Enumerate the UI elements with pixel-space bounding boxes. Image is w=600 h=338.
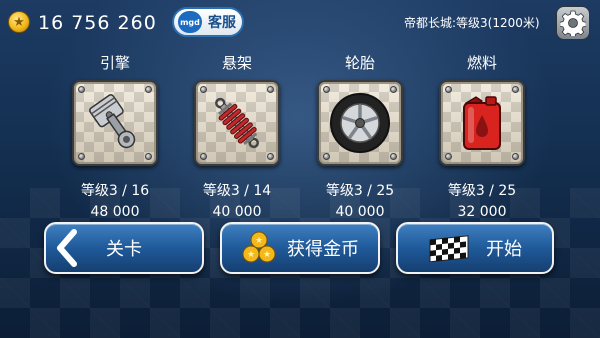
part-title: 轮胎 bbox=[344, 54, 375, 72]
bolt-icon bbox=[145, 86, 152, 93]
gear-icon bbox=[560, 10, 586, 36]
suspension-spring-icon bbox=[215, 97, 259, 149]
mgd-logo-icon: mgd bbox=[178, 11, 202, 33]
coin-star-icon: ★ bbox=[8, 11, 30, 33]
start-button[interactable]: 开始 bbox=[396, 222, 554, 274]
part-level: 等级3 / 25 bbox=[325, 183, 395, 199]
levels-button-label: 关卡 bbox=[106, 239, 142, 260]
upgrade-fuel: 燃料 等级3 / 25 32 000 bbox=[428, 52, 536, 220]
part-title: 燃料 bbox=[466, 54, 497, 72]
bolt-icon bbox=[145, 153, 152, 160]
coin-stack-icon: ★ ★ ★ bbox=[242, 231, 276, 263]
bolt-icon bbox=[390, 153, 397, 160]
get-coins-button[interactable]: ★ ★ ★ 获得金币 bbox=[220, 222, 380, 274]
levels-button[interactable]: 关卡 bbox=[44, 222, 204, 274]
customer-service-button[interactable]: mgd 客服 bbox=[172, 7, 244, 37]
upgrade-engine-tile[interactable] bbox=[72, 80, 158, 166]
part-level: 等级3 / 16 bbox=[80, 183, 150, 199]
checkered-flag-icon bbox=[429, 235, 469, 262]
bolt-icon bbox=[512, 153, 519, 160]
bolt-icon bbox=[200, 86, 207, 93]
part-title: 引擎 bbox=[99, 54, 130, 72]
start-button-label: 开始 bbox=[486, 239, 522, 260]
bolt-icon bbox=[390, 86, 397, 93]
bolt-icon bbox=[512, 86, 519, 93]
upgrade-tire-tile[interactable] bbox=[317, 80, 403, 166]
bolt-icon bbox=[323, 153, 330, 160]
tire-wheel-icon bbox=[330, 93, 390, 153]
upgrade-suspension: 悬架 等级3 / 14 40 000 bbox=[183, 52, 291, 220]
part-price: 32 000 bbox=[457, 204, 507, 220]
bolt-icon bbox=[200, 153, 207, 160]
fuel-can-icon bbox=[463, 96, 501, 150]
part-level: 等级3 / 14 bbox=[202, 183, 272, 199]
svg-text:★: ★ bbox=[255, 236, 263, 246]
bolt-icon bbox=[78, 153, 85, 160]
bolt-icon bbox=[267, 153, 274, 160]
svg-text:★: ★ bbox=[263, 250, 271, 260]
bolt-icon bbox=[445, 86, 452, 93]
part-price: 40 000 bbox=[212, 204, 262, 220]
part-price: 48 000 bbox=[90, 204, 140, 220]
upgrade-engine: 引擎 等级3 / 16 48 000 bbox=[61, 52, 169, 220]
settings-button[interactable] bbox=[556, 6, 590, 40]
bolt-icon bbox=[323, 86, 330, 93]
upgrade-fuel-tile[interactable] bbox=[439, 80, 525, 166]
bolt-icon bbox=[267, 86, 274, 93]
engine-piston-icon bbox=[89, 94, 136, 149]
svg-text:★: ★ bbox=[247, 250, 255, 260]
get-coins-label: 获得金币 bbox=[287, 239, 359, 260]
top-bar: ★ 16 756 260 mgd 客服 帝都长城:等级3(1200米) bbox=[0, 0, 600, 46]
bolt-icon bbox=[445, 153, 452, 160]
coin-balance: 16 756 260 bbox=[38, 12, 157, 34]
part-level: 等级3 / 25 bbox=[447, 183, 517, 199]
service-label: 客服 bbox=[208, 15, 236, 31]
upgrade-tire: 轮胎 等级3 / 25 40 000 bbox=[306, 52, 414, 220]
stage-level-info: 帝都长城:等级3(1200米) bbox=[404, 16, 540, 30]
bolt-icon bbox=[78, 86, 85, 93]
upgrade-suspension-tile[interactable] bbox=[194, 80, 280, 166]
chevron-left-icon bbox=[57, 229, 77, 267]
part-title: 悬架 bbox=[221, 54, 252, 72]
part-price: 40 000 bbox=[335, 204, 385, 220]
